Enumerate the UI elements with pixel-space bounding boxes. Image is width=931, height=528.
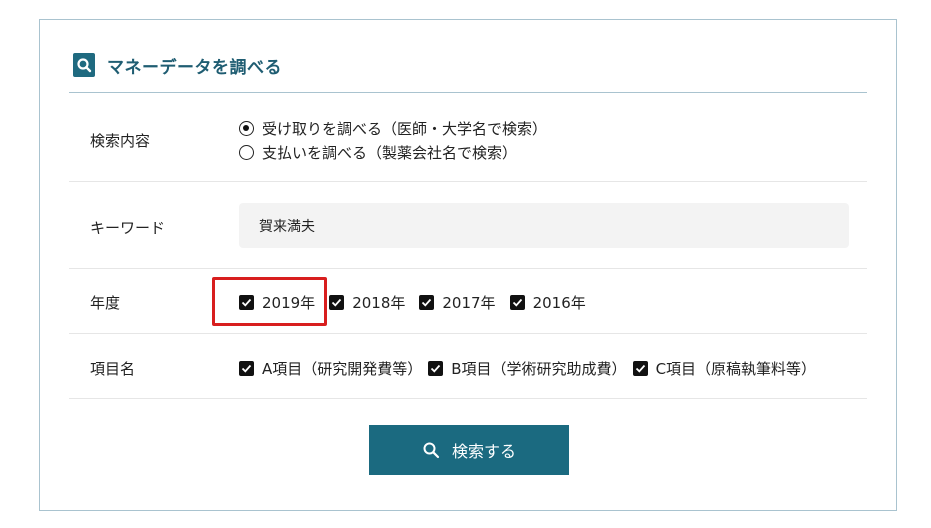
item-name-label: 項目名	[90, 360, 136, 378]
radio-receive-label[interactable]: 受け取りを調べる（医師・大学名で検索）	[262, 118, 547, 139]
item-b-label[interactable]: B項目（学術研究助成費）	[451, 358, 626, 379]
year-2018-label[interactable]: 2018年	[352, 292, 405, 313]
item-name-row: 項目名 A項目（研究開発費等） B項目（学術研究助成費） C項目（原稿執筆料等）	[69, 334, 867, 399]
highlight-box-2019	[212, 277, 327, 326]
item-a-label[interactable]: A項目（研究開発費等）	[262, 358, 422, 379]
item-c-checkbox[interactable]: C項目（原稿執筆料等）	[632, 358, 816, 379]
year-2016-label[interactable]: 2016年	[533, 292, 586, 313]
checkbox-checked-icon[interactable]	[509, 295, 525, 310]
checkbox-checked-icon[interactable]	[329, 295, 345, 310]
year-2018-checkbox[interactable]: 2018年	[329, 292, 405, 313]
checkbox-checked-icon[interactable]	[632, 361, 648, 376]
checkbox-checked-icon[interactable]	[239, 361, 254, 376]
keyword-label: キーワード	[90, 219, 166, 237]
checkbox-checked-icon[interactable]	[419, 295, 435, 310]
item-b-checkbox[interactable]: B項目（学術研究助成費）	[428, 358, 627, 379]
radio-unselected-icon[interactable]	[239, 144, 254, 160]
keyword-input[interactable]	[239, 203, 849, 248]
title-divider	[69, 92, 867, 93]
search-button-label[interactable]: 検索する	[452, 438, 516, 462]
radio-pay-label[interactable]: 支払いを調べる（製薬会社名で検索）	[262, 142, 517, 163]
search-type-radio-group: 受け取りを調べる（医師・大学名で検索） 支払いを調べる（製薬会社名で検索）	[239, 116, 547, 164]
item-a-checkbox[interactable]: A項目（研究開発費等）	[239, 358, 422, 379]
item-name-checkbox-group: A項目（研究開発費等） B項目（学術研究助成費） C項目（原稿執筆料等）	[239, 358, 816, 379]
checkbox-checked-icon[interactable]	[428, 361, 444, 376]
year-2016-checkbox[interactable]: 2016年	[509, 292, 586, 313]
radio-pay[interactable]: 支払いを調べる（製薬会社名で検索）	[239, 140, 547, 164]
search-type-row: 検索内容 受け取りを調べる（医師・大学名で検索） 支払いを調べる（製薬会社名で検…	[69, 100, 867, 182]
panel-title: マネーデータを調べる	[107, 57, 282, 78]
panel-header: マネーデータを調べる	[73, 52, 282, 78]
year-2017-label[interactable]: 2017年	[442, 292, 495, 313]
search-document-icon	[73, 53, 95, 77]
item-c-label[interactable]: C項目（原稿執筆料等）	[656, 358, 816, 379]
search-button[interactable]: 検索する	[369, 425, 569, 475]
search-icon	[423, 442, 440, 459]
year-row: 年度 2019年 2018年 2017年 2016年	[69, 269, 867, 334]
radio-receive[interactable]: 受け取りを調べる（医師・大学名で検索）	[239, 116, 547, 140]
year-label: 年度	[90, 294, 121, 312]
radio-selected-icon[interactable]	[239, 120, 254, 136]
keyword-row: キーワード	[69, 182, 867, 269]
search-type-label: 検索内容	[90, 132, 151, 150]
year-2017-checkbox[interactable]: 2017年	[419, 292, 496, 313]
